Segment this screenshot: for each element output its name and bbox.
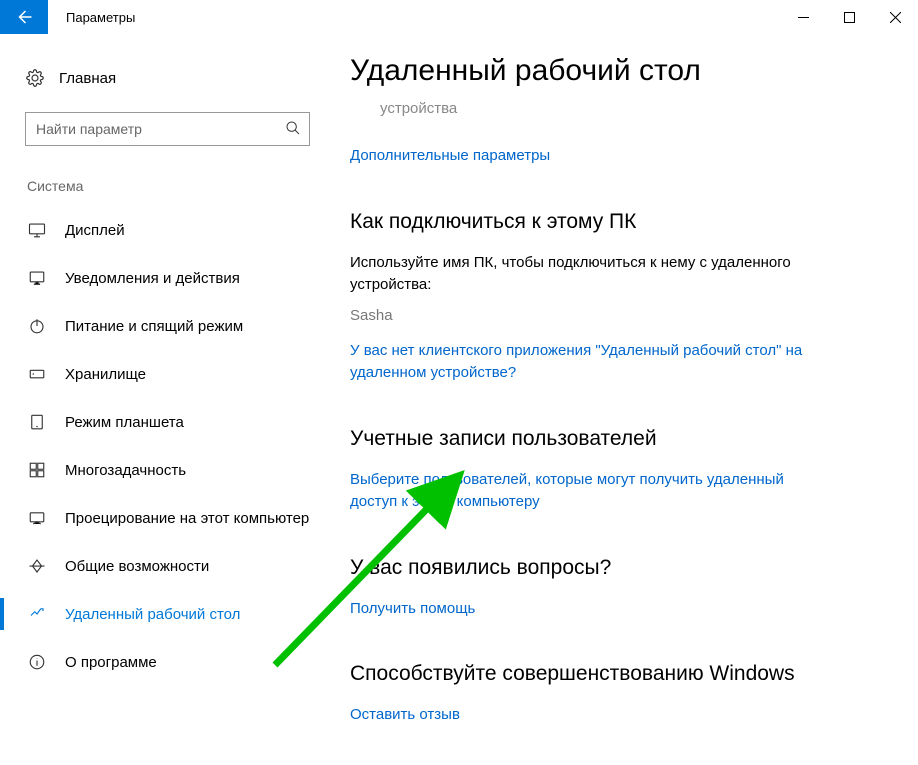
projecting-icon xyxy=(27,509,47,527)
info-icon xyxy=(27,653,47,671)
search-icon xyxy=(285,120,301,139)
back-button[interactable] xyxy=(0,0,48,34)
link-select-users[interactable]: Выберите пользователей, которые могут по… xyxy=(350,469,810,514)
minimize-icon xyxy=(798,12,809,23)
link-no-client[interactable]: У вас нет клиентского приложения "Удален… xyxy=(350,340,810,385)
section-accounts-heading: Учетные записи пользователей xyxy=(350,427,868,451)
search-input-container[interactable] xyxy=(25,112,310,146)
section-connect-heading: Как подключиться к этому ПК xyxy=(350,210,868,234)
sidebar-item-label: Общие возможности xyxy=(65,558,209,575)
remote-desktop-icon xyxy=(27,605,47,623)
device-muted-text: устройства xyxy=(380,100,868,117)
sidebar-item-label: Проецирование на этот компьютер xyxy=(65,510,309,527)
connect-text: Используйте имя ПК, чтобы подключиться к… xyxy=(350,252,868,297)
gear-icon xyxy=(25,69,45,87)
link-feedback[interactable]: Оставить отзыв xyxy=(350,704,460,727)
home-button[interactable]: Главная xyxy=(25,58,320,98)
link-help[interactable]: Получить помощь xyxy=(350,598,475,621)
sidebar-item-remote-desktop[interactable]: Удаленный рабочий стол xyxy=(25,590,320,638)
content-area: Удаленный рабочий стол устройства Дополн… xyxy=(330,34,918,765)
sidebar-item-about[interactable]: О программе xyxy=(25,638,320,686)
sidebar: Главная Система Дисплей Уведомления и де… xyxy=(0,34,330,765)
window-controls xyxy=(780,0,918,34)
multitasking-icon xyxy=(27,461,47,479)
home-label: Главная xyxy=(59,70,116,87)
sidebar-item-storage[interactable]: Хранилище xyxy=(25,350,320,398)
maximize-icon xyxy=(844,12,855,23)
title-bar: Параметры xyxy=(0,0,918,34)
section-feedback-heading: Способствуйте совершенствованию Windows xyxy=(350,662,868,686)
display-icon xyxy=(27,221,47,239)
sidebar-item-shared[interactable]: Общие возможности xyxy=(25,542,320,590)
arrow-left-icon xyxy=(15,8,33,26)
sidebar-item-tablet[interactable]: Режим планшета xyxy=(25,398,320,446)
close-icon xyxy=(890,12,901,23)
storage-icon xyxy=(27,365,47,383)
sidebar-item-display[interactable]: Дисплей xyxy=(25,206,320,254)
group-header-system: Система xyxy=(25,178,320,194)
window-title: Параметры xyxy=(66,10,135,25)
sidebar-item-power[interactable]: Питание и спящий режим xyxy=(25,302,320,350)
close-button[interactable] xyxy=(872,0,918,34)
sidebar-item-label: Удаленный рабочий стол xyxy=(65,606,240,623)
search-input[interactable] xyxy=(36,121,285,137)
link-advanced-settings[interactable]: Дополнительные параметры xyxy=(350,145,550,168)
sidebar-item-label: Питание и спящий режим xyxy=(65,318,243,335)
sidebar-item-label: Уведомления и действия xyxy=(65,270,240,287)
sidebar-item-label: Хранилище xyxy=(65,366,146,383)
sidebar-item-label: Дисплей xyxy=(65,222,125,239)
section-questions-heading: У вас появились вопросы? xyxy=(350,556,868,580)
tablet-icon xyxy=(27,413,47,431)
notifications-icon xyxy=(27,269,47,287)
shared-icon xyxy=(27,557,47,575)
maximize-button[interactable] xyxy=(826,0,872,34)
sidebar-item-multitasking[interactable]: Многозадачность xyxy=(25,446,320,494)
minimize-button[interactable] xyxy=(780,0,826,34)
sidebar-item-label: Многозадачность xyxy=(65,462,186,479)
sidebar-item-label: О программе xyxy=(65,654,157,671)
sidebar-item-projecting[interactable]: Проецирование на этот компьютер xyxy=(25,494,320,542)
sidebar-item-label: Режим планшета xyxy=(65,414,184,431)
page-title: Удаленный рабочий стол xyxy=(350,54,868,88)
pc-name: Sasha xyxy=(350,307,868,324)
power-icon xyxy=(27,317,47,335)
sidebar-item-notifications[interactable]: Уведомления и действия xyxy=(25,254,320,302)
